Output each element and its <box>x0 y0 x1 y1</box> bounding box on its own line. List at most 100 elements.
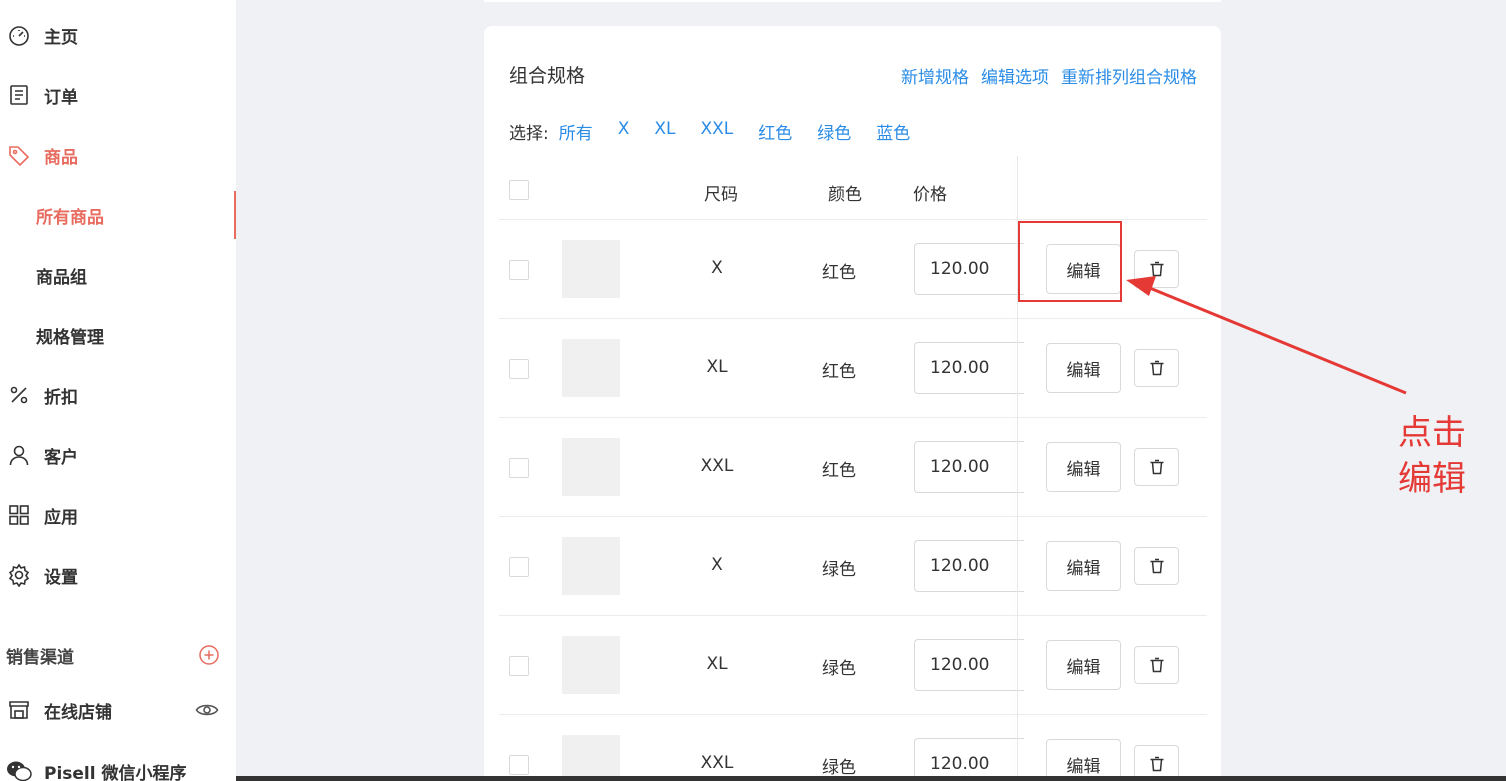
variant-image[interactable] <box>562 240 620 298</box>
nav-label: 主页 <box>44 27 78 48</box>
row-color: 绿色 <box>822 659 856 679</box>
row-size: XL <box>706 357 728 377</box>
column-price: 价格 <box>913 185 947 205</box>
filter-all[interactable]: 所有 <box>559 119 593 144</box>
filter-blue[interactable]: 蓝色 <box>876 119 910 144</box>
filter-bar: 选择: 所有 X XL XXL 红色 绿色 蓝色 <box>509 119 910 144</box>
price-input[interactable]: 120.00 <box>914 639 1024 691</box>
filter-xxl[interactable]: XXL <box>701 119 734 144</box>
nav-item-products[interactable]: 商品 <box>0 135 236 175</box>
apps-grid-icon <box>6 502 32 528</box>
receipt-icon <box>6 82 32 108</box>
add-spec-link[interactable]: 新增规格 <box>901 63 969 88</box>
column-size: 尺码 <box>704 185 738 205</box>
card-title: 组合规格 <box>509 65 586 87</box>
table-row: XL 绿色 120.00 编辑 <box>499 616 1207 715</box>
nav-item-apps[interactable]: 应用 <box>0 495 236 535</box>
nav-label: 设置 <box>44 567 78 588</box>
trash-icon <box>1150 657 1163 673</box>
filter-xl[interactable]: XL <box>654 119 675 144</box>
variant-image[interactable] <box>562 636 620 694</box>
row-checkbox[interactable] <box>509 656 529 676</box>
table-row: XL 红色 120.00 编辑 <box>499 319 1207 418</box>
nav-label: 商品 <box>44 147 78 168</box>
sales-channels-label: 销售渠道 <box>6 648 74 668</box>
nav-label: 折扣 <box>44 387 78 408</box>
price-input[interactable]: 120.00 <box>914 243 1024 295</box>
sub-item-product-groups[interactable]: 商品组 <box>0 255 236 295</box>
filter-green[interactable]: 绿色 <box>817 119 851 144</box>
combo-spec-card: 组合规格 新增规格 编辑选项 重新排列组合规格 选择: 所有 X XL XXL … <box>484 26 1221 781</box>
wechat-icon <box>6 758 32 781</box>
previous-card-edge <box>484 0 1221 2</box>
sub-item-spec-management[interactable]: 规格管理 <box>0 315 236 355</box>
row-color: 绿色 <box>822 560 856 580</box>
gear-icon <box>6 562 32 588</box>
price-input[interactable]: 120.00 <box>914 441 1024 493</box>
variant-image[interactable] <box>562 735 620 781</box>
sub-item-label: 规格管理 <box>36 327 104 348</box>
row-color: 红色 <box>822 461 856 481</box>
add-channel-icon[interactable] <box>198 644 220 670</box>
filter-red[interactable]: 红色 <box>758 119 792 144</box>
annotation-text: 点击 编辑 <box>1398 410 1488 502</box>
edit-button[interactable]: 编辑 <box>1046 343 1121 393</box>
row-size: XL <box>706 654 728 674</box>
filter-x[interactable]: X <box>618 119 630 144</box>
nav-label: 在线店铺 <box>44 702 112 723</box>
price-input[interactable]: 120.00 <box>914 738 1024 781</box>
nav-label: 订单 <box>44 87 78 108</box>
reorder-combos-link[interactable]: 重新排列组合规格 <box>1061 63 1197 88</box>
delete-button[interactable] <box>1134 349 1179 387</box>
row-checkbox[interactable] <box>509 755 529 775</box>
delete-button[interactable] <box>1134 250 1179 288</box>
row-checkbox[interactable] <box>509 359 529 379</box>
price-input[interactable]: 120.00 <box>914 540 1024 592</box>
dashboard-icon <box>6 22 32 48</box>
row-checkbox[interactable] <box>509 458 529 478</box>
nav-item-home[interactable]: 主页 <box>0 15 236 55</box>
variant-image[interactable] <box>562 537 620 595</box>
delete-button[interactable] <box>1134 448 1179 486</box>
edit-button[interactable]: 编辑 <box>1046 640 1121 690</box>
price-input[interactable]: 120.00 <box>914 342 1024 394</box>
nav-item-wechat-miniprogram[interactable]: Pisell 微信小程序 <box>0 751 236 781</box>
percent-icon <box>6 382 32 408</box>
nav-item-orders[interactable]: 订单 <box>0 75 236 115</box>
row-checkbox[interactable] <box>509 557 529 577</box>
annotation-line-1: 点击 <box>1398 413 1466 453</box>
bottom-edge <box>236 776 1506 781</box>
row-color: 红色 <box>822 362 856 382</box>
nav-item-discounts[interactable]: 折扣 <box>0 375 236 415</box>
trash-icon <box>1150 756 1163 772</box>
nav-item-settings[interactable]: 设置 <box>0 555 236 595</box>
row-checkbox[interactable] <box>509 260 529 280</box>
nav-item-customers[interactable]: 客户 <box>0 435 236 475</box>
row-size: X <box>711 258 723 278</box>
trash-icon <box>1150 360 1163 376</box>
trash-icon <box>1150 261 1163 277</box>
nav-label: 应用 <box>44 507 78 528</box>
edit-highlight-box <box>1018 221 1122 302</box>
row-size: XXL <box>700 753 734 773</box>
row-color: 绿色 <box>822 758 856 778</box>
variant-image[interactable] <box>562 438 620 496</box>
filter-label: 选择: <box>509 124 549 144</box>
row-size: X <box>711 555 723 575</box>
variant-image[interactable] <box>562 339 620 397</box>
table-header: 尺码 颜色 价格 <box>499 156 1207 220</box>
annotation-line-2: 编辑 <box>1398 459 1466 499</box>
card-actions: 新增规格 编辑选项 重新排列组合规格 <box>901 63 1197 88</box>
select-all-checkbox[interactable] <box>509 180 529 200</box>
delete-button[interactable] <box>1134 646 1179 684</box>
edit-button[interactable]: 编辑 <box>1046 739 1121 781</box>
edit-options-link[interactable]: 编辑选项 <box>981 63 1049 88</box>
table-row: X 绿色 120.00 编辑 <box>499 517 1207 616</box>
sub-item-all-products[interactable]: 所有商品 <box>0 191 236 239</box>
eye-icon[interactable] <box>195 700 219 724</box>
edit-button[interactable]: 编辑 <box>1046 442 1121 492</box>
delete-button[interactable] <box>1134 547 1179 585</box>
sidebar: 主页 订单 商品 所有商品 商品组 规格管理 折扣 客户 应用 设置 销售渠道 … <box>0 0 236 781</box>
user-icon <box>6 442 32 468</box>
edit-button[interactable]: 编辑 <box>1046 541 1121 591</box>
